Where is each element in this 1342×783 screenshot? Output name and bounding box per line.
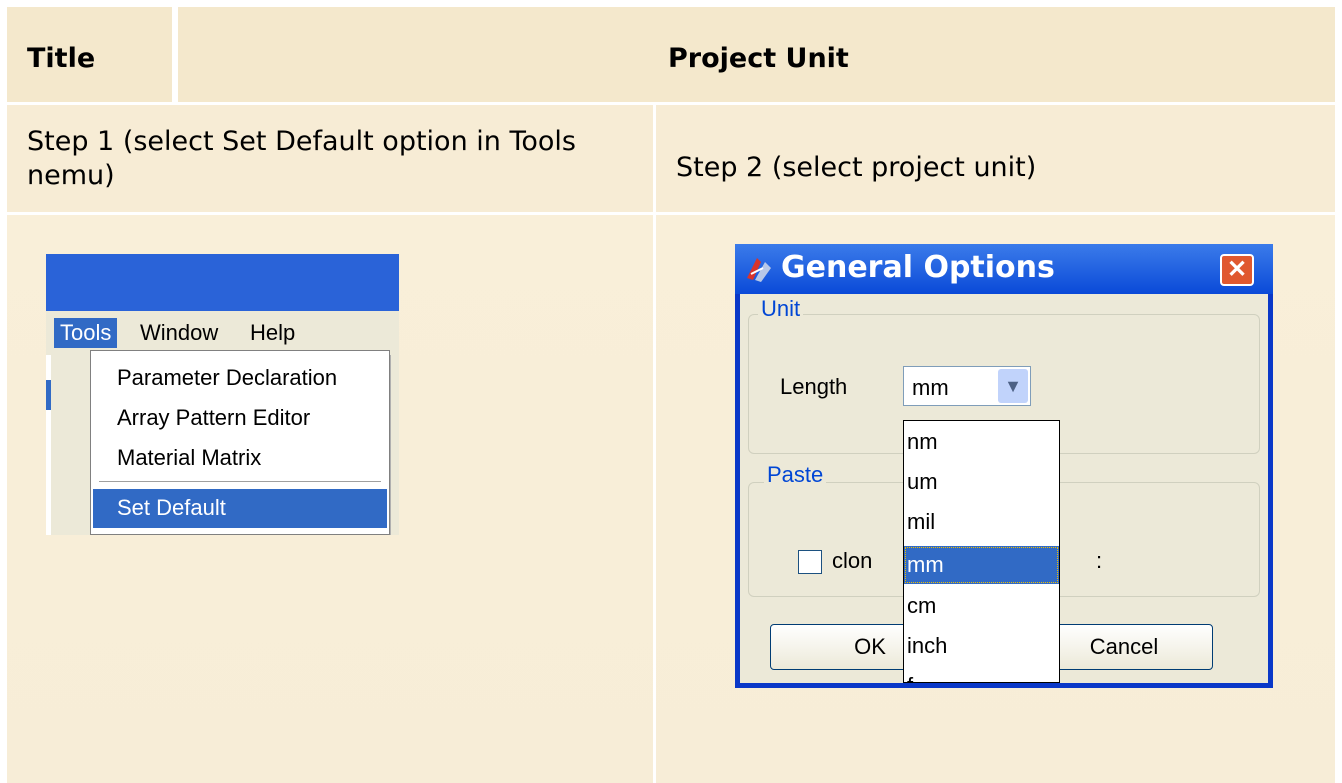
unit-option-um[interactable]: um: [904, 463, 1059, 501]
unit-group-label: Unit: [758, 296, 804, 322]
menu-help[interactable]: Help: [244, 318, 301, 348]
unit-option-cm[interactable]: cm: [904, 587, 1059, 625]
step2-label: Step 2 (select project unit): [676, 152, 1037, 183]
header-project-unit: Project Unit: [668, 43, 849, 74]
unit-option-mil[interactable]: mil: [904, 503, 1059, 541]
clone-label: clon: [832, 548, 873, 573]
window-titlebar: [46, 254, 399, 311]
dialog-body: Unit Length mm ▼ Paste clon : OK Cancel …: [740, 294, 1268, 683]
tools-menu-screenshot: Tools Window Help Parameter Declaration …: [46, 254, 399, 535]
unit-option-mm[interactable]: mm: [904, 546, 1059, 584]
menu-item-material-matrix[interactable]: Material Matrix: [117, 445, 261, 471]
unit-option-nm[interactable]: nm: [904, 423, 1059, 461]
menu-item-array-pattern-editor[interactable]: Array Pattern Editor: [117, 405, 310, 431]
step1-cell: Step 1 (select Set Default option in Too…: [7, 105, 653, 212]
header-title-cell: Title: [7, 7, 175, 102]
menu-item-parameter-declaration[interactable]: Parameter Declaration: [117, 365, 337, 391]
clone-checkbox[interactable]: [798, 550, 822, 574]
chevron-down-icon[interactable]: ▼: [998, 369, 1028, 403]
slide: Title Project Unit Step 1 (select Set De…: [0, 0, 1342, 783]
unit-option-feet[interactable]: f...: [904, 667, 1059, 682]
left-edge-highlight: [46, 380, 51, 410]
step1-label: Step 1 (select Set Default option in Too…: [27, 126, 576, 191]
unit-option-inch[interactable]: inch: [904, 627, 1059, 665]
length-select-value: mm: [912, 375, 949, 400]
menu-tools[interactable]: Tools: [54, 318, 118, 348]
menu-item-set-default-label: Set Default: [117, 495, 226, 520]
right-edge: [390, 355, 399, 535]
general-options-dialog: General Options ✕ Unit Length mm ▼ Paste…: [735, 244, 1273, 688]
menu-window[interactable]: Window: [134, 318, 224, 348]
app-icon: [747, 258, 771, 282]
length-label: Length: [780, 374, 848, 399]
paste-group-label: Paste: [764, 462, 827, 488]
unit-options-list[interactable]: nm um mil mm cm inch f...: [903, 420, 1060, 683]
step2-cell: Step 2 (select project unit): [656, 105, 1335, 212]
header-project-unit-cell: Project Unit: [178, 7, 1335, 102]
length-select[interactable]: mm ▼: [903, 366, 1031, 406]
header-title: Title: [27, 43, 96, 74]
menu-separator: [99, 481, 381, 482]
cancel-button[interactable]: Cancel: [1035, 624, 1213, 670]
dialog-title: General Options: [781, 250, 1055, 285]
clone-label-tail: :: [1096, 548, 1103, 573]
close-icon[interactable]: ✕: [1220, 254, 1254, 286]
tools-dropdown: Parameter Declaration Array Pattern Edit…: [90, 350, 390, 535]
